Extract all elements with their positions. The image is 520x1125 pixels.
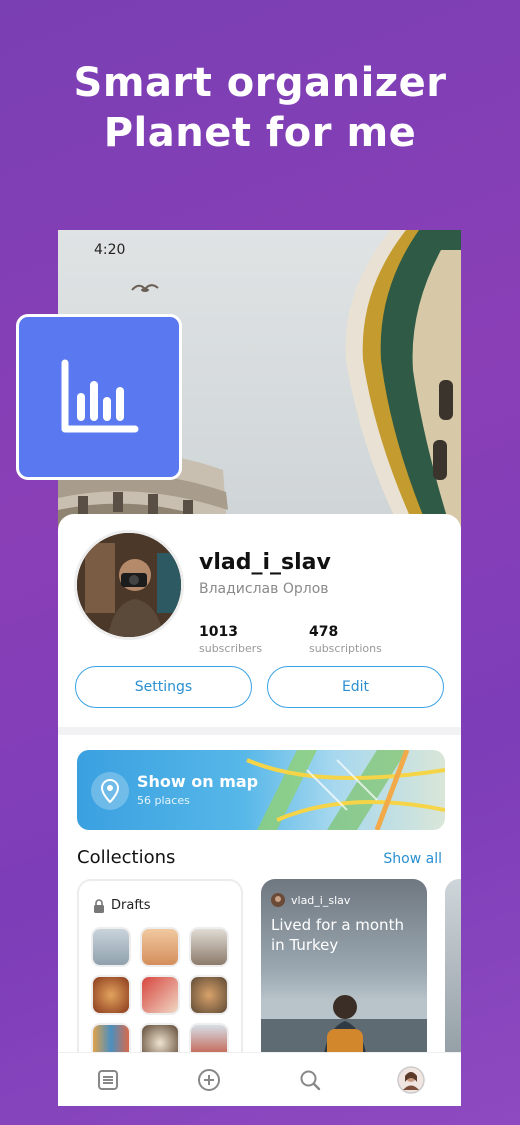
tab-profile[interactable] bbox=[391, 1060, 431, 1100]
bird-icon bbox=[131, 284, 159, 292]
draft-thumb-street[interactable] bbox=[189, 927, 229, 967]
next-collection-card[interactable] bbox=[445, 879, 461, 1079]
draft-thumb-sunset[interactable] bbox=[140, 927, 180, 967]
subscribers-count: 1013 bbox=[199, 624, 238, 640]
subscriptions-stat[interactable]: 478 subscriptions bbox=[309, 624, 382, 655]
avatar-photo bbox=[77, 533, 181, 637]
map-banner-title: Show on map bbox=[137, 772, 259, 791]
featured-author: vlad_i_slav bbox=[271, 893, 350, 907]
headline-line-1: Smart organizer bbox=[73, 60, 447, 106]
edit-button[interactable]: Edit bbox=[267, 666, 444, 708]
map-banner-subtitle: 56 places bbox=[137, 794, 190, 807]
featured-collection-photo bbox=[261, 995, 427, 1079]
profile-full-name: Владислав Орлов bbox=[199, 581, 329, 597]
profile-card: vlad_i_slav Владислав Орлов 1013 subscri… bbox=[58, 514, 461, 1106]
tab-add[interactable] bbox=[189, 1060, 229, 1100]
featured-collection-card[interactable]: vlad_i_slav Lived for a month in Turkey bbox=[261, 879, 427, 1079]
search-icon bbox=[300, 1070, 321, 1090]
subscriptions-label: subscriptions bbox=[309, 642, 382, 655]
bottom-tab-bar bbox=[58, 1052, 461, 1106]
tab-search[interactable] bbox=[290, 1060, 330, 1100]
author-avatar-icon bbox=[271, 893, 285, 907]
profile-username: vlad_i_slav bbox=[199, 550, 331, 575]
tab-feed[interactable] bbox=[88, 1060, 128, 1100]
promo-headline: Smart organizer Planet for me bbox=[0, 58, 520, 158]
feed-icon bbox=[98, 1069, 119, 1090]
drafts-header: Drafts bbox=[93, 898, 151, 913]
draft-thumb-balloons[interactable] bbox=[91, 927, 131, 967]
status-time: 4:20 bbox=[94, 242, 126, 258]
subscribers-stat[interactable]: 1013 subscribers bbox=[199, 624, 262, 655]
profile-avatar-icon bbox=[396, 1065, 425, 1094]
profile-avatar[interactable] bbox=[74, 530, 184, 640]
bar-chart-logo-icon bbox=[61, 359, 139, 433]
drafts-label: Drafts bbox=[111, 898, 151, 913]
dome-illustration bbox=[345, 230, 461, 530]
map-illustration bbox=[246, 750, 445, 830]
featured-author-name: vlad_i_slav bbox=[291, 893, 351, 907]
show-on-map-banner[interactable]: Show on map 56 places bbox=[77, 750, 445, 830]
add-icon bbox=[198, 1068, 221, 1091]
drafts-collection-card[interactable]: Drafts bbox=[77, 879, 243, 1079]
featured-collection-title: Lived for a month in Turkey bbox=[271, 916, 404, 954]
subscriptions-count: 478 bbox=[309, 624, 339, 640]
subscribers-label: subscribers bbox=[199, 642, 263, 655]
draft-thumb-food[interactable] bbox=[91, 975, 131, 1015]
headline-line-2: Planet for me bbox=[103, 110, 417, 156]
settings-button[interactable]: Settings bbox=[75, 666, 252, 708]
show-all-link[interactable]: Show all bbox=[383, 851, 442, 867]
lock-icon bbox=[94, 898, 104, 913]
draft-thumb-cafe[interactable] bbox=[140, 975, 180, 1015]
collections-heading: Collections bbox=[77, 847, 176, 868]
app-logo bbox=[16, 314, 182, 480]
map-pin-icon bbox=[91, 772, 129, 810]
draft-thumb-dish[interactable] bbox=[189, 975, 229, 1015]
section-divider bbox=[58, 727, 461, 735]
